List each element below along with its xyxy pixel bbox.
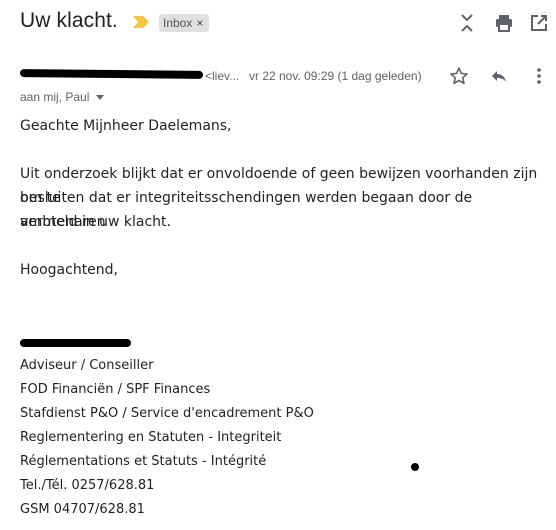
open-new-window-icon[interactable] [529, 13, 549, 33]
signature-line: Stafdienst P&O / Service d'encadrement P… [20, 406, 314, 421]
recipients-text: aan mij, Paul [20, 90, 90, 104]
recipients-toggle[interactable]: aan mij, Paul [20, 90, 105, 104]
more-vert-icon[interactable] [529, 66, 549, 86]
email-subject: Uw klacht. [20, 9, 118, 32]
signature-line: Tel./Tél. 0257/628.81 [20, 478, 155, 493]
remove-label-button[interactable]: × [196, 14, 203, 32]
signature-line: GSM 04707/628.81 [20, 502, 145, 517]
chevron-down-icon [96, 95, 105, 100]
sender-email: <liev... [205, 69, 240, 83]
label-chip-inbox: Inbox × [159, 14, 210, 32]
signature-line: Reglementering en Statuten - Integriteit [20, 430, 282, 445]
reply-icon[interactable] [489, 66, 509, 86]
closing: Hoogachtend, [20, 262, 119, 278]
signature-name-redaction [20, 339, 131, 347]
print-icon[interactable] [494, 13, 514, 33]
sender-name-redaction [19, 69, 204, 79]
importance-marker-icon[interactable] [133, 16, 149, 28]
expand-collapse-icon[interactable] [457, 13, 477, 33]
cursor-dot [411, 463, 419, 471]
message-date: vr 22 nov. 09:29 (1 dag geleden) [249, 69, 422, 83]
signature-line: Réglementations et Statuts - Intégrité [20, 454, 267, 469]
body-line-3: vermeld in uw klacht. [20, 214, 171, 230]
label-text: Inbox [163, 16, 193, 30]
signature-line: FOD Financiën / SPF Finances [20, 382, 211, 397]
signature-line: Adviseur / Conseiller [20, 358, 154, 373]
greeting: Geachte Mijnheer Daelemans, [20, 118, 232, 134]
star-icon[interactable] [449, 66, 469, 86]
